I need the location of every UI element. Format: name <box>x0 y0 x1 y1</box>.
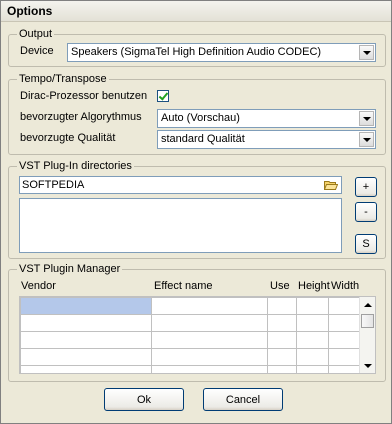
options-window: Options Output Device Speakers (SigmaTel… <box>0 0 392 424</box>
table-row[interactable] <box>20 314 362 332</box>
remove-directory-button[interactable]: - <box>355 202 377 222</box>
table-cell[interactable] <box>296 365 329 373</box>
scroll-thumb[interactable] <box>361 314 374 328</box>
table-cell[interactable] <box>151 365 268 373</box>
scroll-down-icon[interactable] <box>360 358 375 373</box>
ok-button[interactable]: Ok <box>104 388 184 411</box>
cancel-button[interactable]: Cancel <box>203 388 283 411</box>
chevron-down-icon[interactable] <box>359 45 374 60</box>
table-cell[interactable] <box>267 365 297 373</box>
device-label: Device <box>20 45 54 57</box>
column-header-width[interactable]: Width <box>331 280 359 292</box>
quality-label: bevorzugte Qualität <box>20 132 116 144</box>
column-header-height[interactable]: Height <box>298 280 330 292</box>
table-row[interactable] <box>20 331 362 349</box>
table-cell[interactable] <box>20 331 152 349</box>
table-cell[interactable] <box>328 348 362 366</box>
table-cell[interactable] <box>20 314 152 332</box>
chevron-down-icon[interactable] <box>359 111 374 126</box>
table-cell[interactable] <box>20 348 152 366</box>
device-select-value: Speakers (SigmaTel High Definition Audio… <box>71 46 322 58</box>
table-cell[interactable] <box>267 331 297 349</box>
table-cell[interactable] <box>267 314 297 332</box>
table-row[interactable] <box>20 348 362 366</box>
vst-dirs-legend: VST Plug-In directories <box>19 160 132 172</box>
device-select[interactable]: Speakers (SigmaTel High Definition Audio… <box>67 43 376 62</box>
output-legend: Output <box>19 28 53 40</box>
table-cell[interactable] <box>267 348 297 366</box>
table-cell[interactable] <box>296 297 329 315</box>
s-button[interactable]: S <box>355 234 377 254</box>
quality-select[interactable]: standard Qualität <box>157 130 376 149</box>
vst-path-input[interactable]: SOFTPEDIA <box>19 176 342 194</box>
table-cell[interactable] <box>151 348 268 366</box>
table-cell[interactable] <box>328 331 362 349</box>
vst-manager-legend: VST Plugin Manager <box>19 263 121 275</box>
algorithm-select[interactable]: Auto (Vorschau) <box>157 109 376 128</box>
table-cell[interactable] <box>328 314 362 332</box>
quality-select-value: standard Qualität <box>161 133 245 145</box>
vst-path-value: SOFTPEDIA <box>22 179 85 191</box>
table-row[interactable] <box>20 297 362 315</box>
table-cell[interactable] <box>20 297 152 315</box>
table-cell[interactable] <box>20 365 152 373</box>
table-cell[interactable] <box>328 365 362 373</box>
plugin-table-scrollbar[interactable] <box>359 297 375 373</box>
column-header-effect-name[interactable]: Effect name <box>154 280 213 292</box>
add-directory-button[interactable]: + <box>355 177 377 197</box>
table-cell[interactable] <box>151 314 268 332</box>
folder-open-icon[interactable] <box>324 180 338 190</box>
scroll-up-icon[interactable] <box>360 297 375 312</box>
chevron-down-icon[interactable] <box>359 132 374 147</box>
table-cell[interactable] <box>296 331 329 349</box>
vst-dirs-list[interactable] <box>19 198 342 253</box>
tempo-legend: Tempo/Transpose <box>19 73 107 85</box>
column-header-vendor[interactable]: Vendor <box>21 280 56 292</box>
plugin-table[interactable] <box>19 296 376 374</box>
table-cell[interactable] <box>151 331 268 349</box>
table-cell[interactable] <box>267 297 297 315</box>
table-row[interactable] <box>20 365 362 373</box>
plugin-table-header: Vendor Effect name Use Height Width <box>1 280 392 294</box>
dirac-checkbox[interactable] <box>157 90 169 102</box>
algorithm-label: bevorzugter Algorythmus <box>20 111 142 123</box>
algorithm-select-value: Auto (Vorschau) <box>161 112 240 124</box>
table-cell[interactable] <box>328 297 362 315</box>
dirac-label: Dirac-Prozessor benutzen <box>20 90 148 102</box>
column-header-use[interactable]: Use <box>270 280 290 292</box>
table-cell[interactable] <box>296 348 329 366</box>
table-cell[interactable] <box>151 297 268 315</box>
table-cell[interactable] <box>296 314 329 332</box>
window-title: Options <box>1 1 391 22</box>
plugin-table-grid <box>20 297 362 373</box>
checkmark-icon <box>158 90 169 101</box>
